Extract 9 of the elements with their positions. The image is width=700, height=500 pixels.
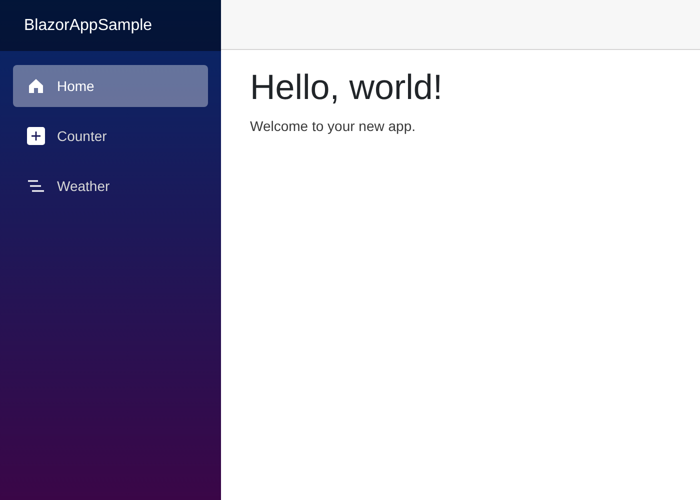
nav-item[interactable]: Home (13, 65, 208, 107)
plus-square-icon (27, 127, 45, 145)
brand-link[interactable]: BlazorAppSample (24, 16, 152, 34)
nav-item[interactable]: Counter (13, 115, 208, 157)
welcome-text: Welcome to your new app. (250, 118, 416, 134)
nav-item[interactable]: Weather (13, 165, 208, 207)
page-heading: Hello, world! (250, 68, 444, 108)
home-icon (27, 78, 45, 94)
list-icon (27, 179, 45, 193)
